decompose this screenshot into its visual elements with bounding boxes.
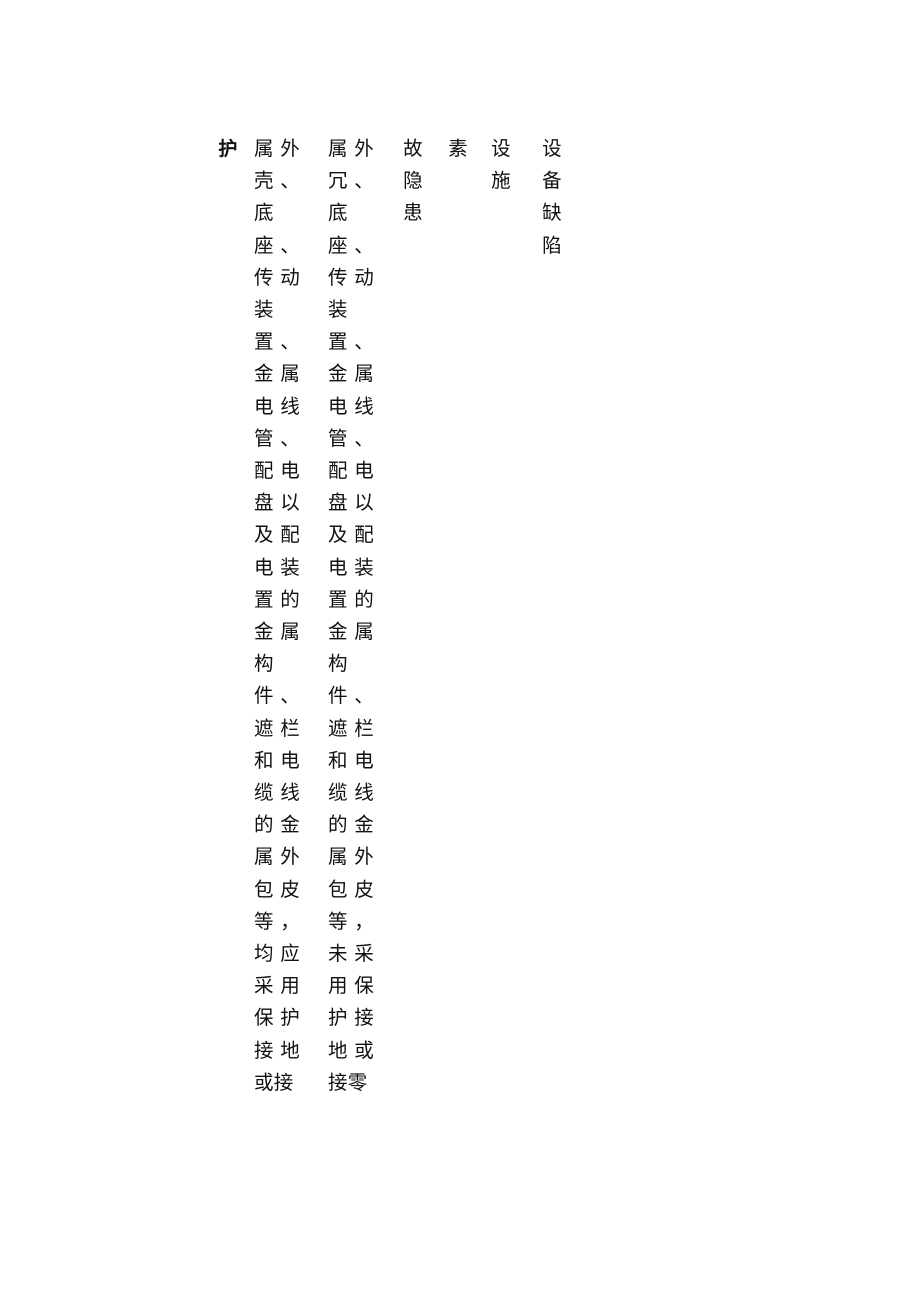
- table-cell-column-6: 设施: [491, 137, 511, 193]
- document-page: 护 属外壳、底座、传动装置、金属电线管、配电盘以及配电装置的金属构件、遮栏和电缆…: [0, 0, 920, 1301]
- table-cell-column-4: 故隐患: [403, 137, 423, 225]
- table-cell-column-1: 护: [218, 138, 238, 160]
- table-cell-column-3: 属外冗、底座、传动装置、金属电线管、配电盘以及配电装置的金属构件、遮栏和电缆线的…: [328, 137, 374, 1094]
- table-cell-column-7: 设备缺陷: [542, 137, 562, 257]
- table-fragment: 护 属外壳、底座、传动装置、金属电线管、配电盘以及配电装置的金属构件、遮栏和电缆…: [210, 133, 563, 1099]
- table-cell-column-5: 素: [448, 137, 468, 160]
- table-cell-column-2: 属外壳、底座、传动装置、金属电线管、配电盘以及配电装置的金属构件、遮栏和电缆线的…: [254, 137, 300, 1094]
